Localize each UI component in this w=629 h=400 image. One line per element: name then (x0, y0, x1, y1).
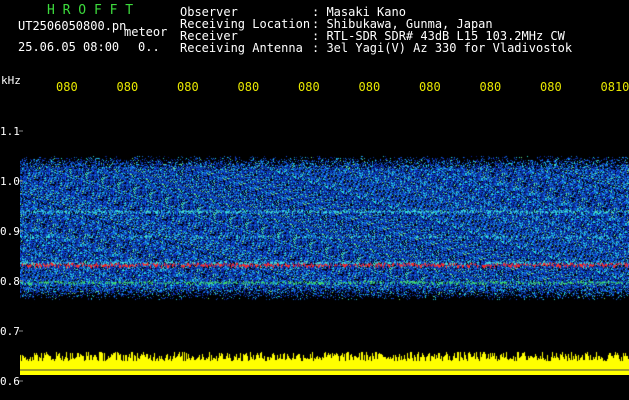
y-tick-label: 0.7 (0, 325, 20, 338)
x-tick-label: 080 (540, 80, 562, 94)
y-tick-label: 0.9 (0, 225, 20, 238)
x-tick-label: 080 (419, 80, 441, 94)
y-tick-label: 0.8 (0, 275, 20, 288)
x-tick-label: 080 (480, 80, 502, 94)
x-tick-label: 080 (298, 80, 320, 94)
y-unit-label: kHz (1, 74, 21, 87)
axis-overlay: kHz 1.1 1.0 0.9 0.8 0.7 0.6 080 080 080 080 080 080 0… (0, 74, 629, 388)
x-tick-label: 080 (177, 80, 199, 94)
x-tick-label: 080 (117, 80, 139, 94)
x-tick-label: 080 (56, 80, 78, 94)
y-tick-label: 0.6 (0, 375, 20, 388)
y-tick-label: 1.0 (0, 175, 20, 188)
x-tick-label: 080 (359, 80, 381, 94)
y-tick-label: 1.1 (0, 125, 20, 138)
x-tick-label: 080 (238, 80, 260, 94)
x-tick-label: 0810 (601, 80, 629, 94)
